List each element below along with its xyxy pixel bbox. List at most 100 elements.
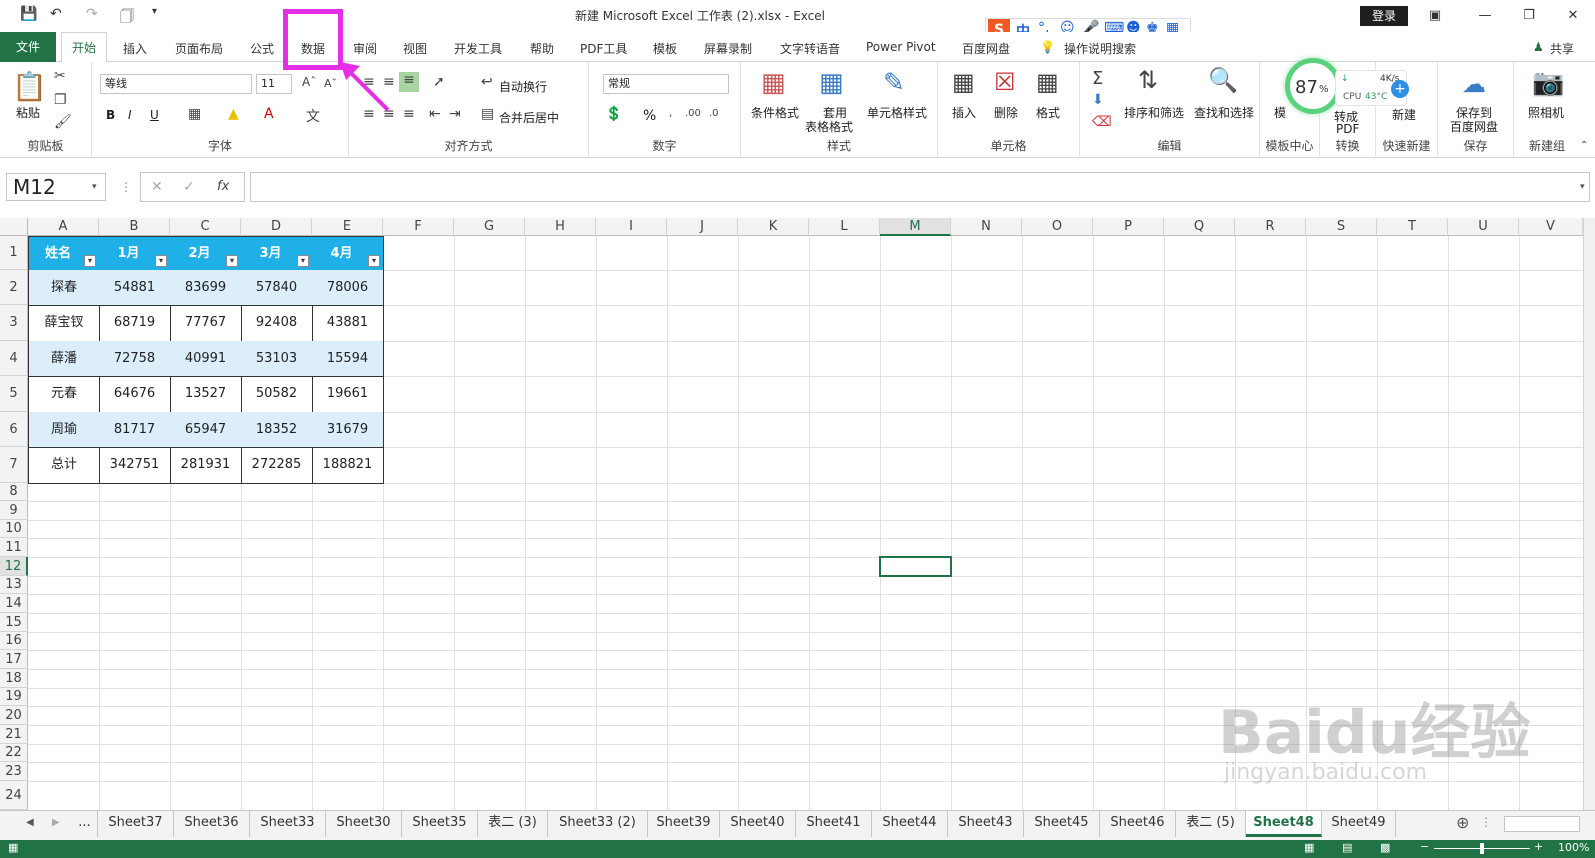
decrease-decimal-icon[interactable]: .0 (709, 108, 719, 119)
row-header-22[interactable]: 22 (0, 744, 28, 762)
paste-button[interactable]: 粘贴 (16, 104, 40, 121)
expand-formula-icon[interactable]: ▾ (1580, 182, 1585, 192)
sheet-tab[interactable]: 表二 (5) (1176, 811, 1246, 837)
autosum-icon[interactable]: Σ (1092, 68, 1103, 89)
table-cell[interactable]: 19661 (312, 376, 384, 413)
table-cell[interactable]: 13527 (170, 376, 242, 413)
insert-cells-button[interactable]: 插入 (952, 104, 976, 121)
maximize-icon[interactable]: ❐ (1514, 4, 1544, 28)
conditional-format-button[interactable]: 条件格式 (751, 104, 799, 121)
tab-templates[interactable]: 模板 (653, 40, 677, 57)
insert-cells-icon[interactable]: ▦ (952, 68, 975, 96)
column-header-O[interactable]: O (1022, 218, 1093, 236)
clear-icon[interactable]: ⌫ (1092, 114, 1112, 130)
filter-dropdown-icon[interactable]: ▾ (226, 255, 238, 267)
column-header-S[interactable]: S (1306, 218, 1377, 236)
row-header-11[interactable]: 11 (0, 538, 28, 557)
sheet-tabs-overflow[interactable]: ... (72, 811, 98, 837)
prev-sheet-icon[interactable]: ◀ (26, 817, 34, 828)
column-header-U[interactable]: U (1448, 218, 1519, 236)
row-header-19[interactable]: 19 (0, 688, 28, 706)
table-cell[interactable]: 77767 (170, 305, 242, 342)
vertical-scrollbar[interactable] (1583, 218, 1595, 810)
sheet-tab[interactable]: 表二 (3) (478, 811, 548, 837)
filter-dropdown-icon[interactable]: ▾ (297, 255, 309, 267)
column-header-T[interactable]: T (1377, 218, 1448, 236)
zoom-in-icon[interactable]: + (1534, 840, 1543, 853)
tab-developer[interactable]: 开发工具 (454, 40, 502, 57)
column-header-H[interactable]: H (525, 218, 596, 236)
merge-center-button[interactable]: 合并后居中 (499, 109, 559, 126)
name-box[interactable]: M12 (6, 173, 106, 201)
column-header-P[interactable]: P (1093, 218, 1164, 236)
name-box-dropdown-icon[interactable]: ▾ (92, 182, 97, 192)
sheet-tab[interactable]: Sheet48 (1246, 811, 1322, 837)
tab-view[interactable]: 视图 (403, 40, 427, 57)
tab-file[interactable]: 文件 (0, 32, 56, 62)
underline-button[interactable]: U (150, 108, 159, 122)
sheet-tab[interactable]: Sheet41 (796, 811, 872, 837)
new-sheet-icon[interactable]: ⊕ (1456, 813, 1469, 832)
row-header-23[interactable]: 23 (0, 762, 28, 781)
table-header-cell[interactable]: 2月 ▾ (170, 236, 242, 271)
next-sheet-icon[interactable]: ▶ (52, 817, 60, 828)
sheet-tab[interactable]: Sheet49 (1322, 811, 1396, 837)
cancel-icon[interactable]: ✕ (151, 179, 163, 195)
sort-filter-icon[interactable]: ⇅ (1138, 66, 1158, 94)
formula-input[interactable] (250, 172, 1590, 202)
italic-button[interactable]: I (128, 108, 132, 122)
table-cell[interactable]: 72758 (99, 341, 171, 377)
phonetic-icon[interactable]: 文 (306, 106, 320, 126)
format-cells-button[interactable]: 格式 (1036, 104, 1060, 121)
tab-review[interactable]: 审阅 (353, 40, 377, 57)
tab-power-pivot[interactable]: Power Pivot (866, 40, 936, 54)
row-header-17[interactable]: 17 (0, 650, 28, 669)
align-right-icon[interactable]: ≡ (403, 106, 415, 122)
table-cell[interactable]: 薛宝钗 (28, 305, 100, 342)
row-header-9[interactable]: 9 (0, 501, 28, 520)
fill-color-icon[interactable]: ▲ (228, 106, 239, 122)
table-cell[interactable]: 68719 (99, 305, 171, 342)
share-button[interactable]: 共享 (1550, 40, 1574, 57)
add-icon[interactable]: + (1391, 80, 1409, 98)
tab-help[interactable]: 帮助 (530, 40, 554, 57)
column-header-B[interactable]: B (99, 218, 170, 236)
row-header-18[interactable]: 18 (0, 669, 28, 688)
row-header-14[interactable]: 14 (0, 594, 28, 613)
minimize-icon[interactable]: — (1470, 4, 1500, 28)
table-cell[interactable]: 31679 (312, 412, 384, 448)
wrap-text-icon[interactable]: ↩ (481, 74, 493, 90)
decrease-font-icon[interactable]: Aˇ (324, 77, 337, 90)
sheet-tab[interactable]: Sheet33 (250, 811, 326, 837)
sheet-tab[interactable]: Sheet46 (1100, 811, 1176, 837)
table-cell[interactable]: 40991 (170, 341, 242, 377)
row-header-12[interactable]: 12 (0, 557, 28, 576)
column-header-R[interactable]: R (1235, 218, 1306, 236)
table-cell[interactable]: 43881 (312, 305, 384, 342)
orientation-icon[interactable]: ➚ (433, 74, 445, 90)
row-header-6[interactable]: 6 (0, 412, 28, 447)
table-cell[interactable]: 57840 (241, 270, 313, 306)
copy-icon[interactable]: ❐ (54, 92, 67, 108)
sheet-tab[interactable]: Sheet39 (648, 811, 720, 837)
row-header-24[interactable]: 24 (0, 781, 28, 810)
login-button[interactable]: 登录 (1360, 6, 1408, 26)
font-color-icon[interactable]: A (264, 106, 274, 122)
format-as-table-icon[interactable]: ▦ (819, 68, 844, 98)
table-cell[interactable]: 薛潘 (28, 341, 100, 377)
column-header-G[interactable]: G (454, 218, 525, 236)
page-break-view-icon[interactable]: ▩ (1380, 841, 1390, 854)
insert-function-button[interactable]: fx (217, 179, 229, 194)
format-cells-icon[interactable]: ▦ (1036, 68, 1059, 96)
macro-record-icon[interactable]: ▦ (8, 841, 18, 854)
column-header-M[interactable]: M (880, 218, 951, 236)
table-header-cell[interactable]: 1月 ▾ (99, 236, 171, 271)
bold-button[interactable]: B (106, 108, 115, 122)
column-header-N[interactable]: N (951, 218, 1022, 236)
find-select-icon[interactable]: 🔍 (1208, 66, 1238, 94)
cell-styles-button[interactable]: 单元格样式 (867, 104, 927, 121)
tab-formulas[interactable]: 公式 (250, 40, 274, 57)
table-cell[interactable]: 15594 (312, 341, 384, 377)
system-monitor-widget[interactable]: 87 % ↓ 4K/s CPU 43°C + (1285, 58, 1425, 118)
table-cell[interactable]: 65947 (170, 412, 242, 448)
